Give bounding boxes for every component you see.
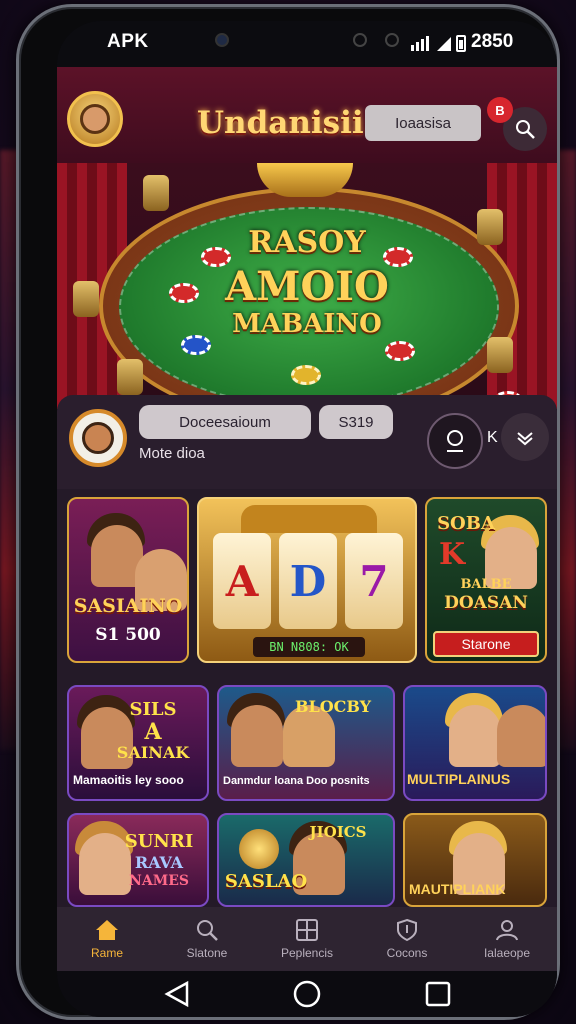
clock: 2850 bbox=[471, 31, 514, 52]
nav-label: Slatone bbox=[186, 946, 228, 960]
play-button[interactable]: Starone bbox=[433, 631, 539, 657]
nav-home[interactable]: Rame bbox=[57, 907, 157, 971]
banner-line-1: RASOY bbox=[248, 225, 366, 260]
carrier-label: APK bbox=[107, 31, 149, 52]
game-title-a: SUNRI bbox=[124, 831, 194, 852]
game-title-c: SAINAK bbox=[116, 743, 190, 762]
search-icon bbox=[516, 120, 535, 139]
reel: 7 bbox=[345, 533, 403, 629]
status-bar: APK 2850 bbox=[57, 21, 557, 67]
game-title-b: A bbox=[144, 719, 162, 745]
game-tile-sunri[interactable]: SUNRI RAVA NAMES bbox=[67, 813, 209, 907]
reel-symbol: 7 bbox=[359, 557, 389, 606]
notification-badge[interactable]: B bbox=[487, 97, 513, 123]
search-icon bbox=[447, 430, 463, 452]
player-face-icon bbox=[82, 422, 114, 454]
games-grid: SASIAINO S1 500 A D 7 BN N808: OK SOBA K… bbox=[57, 489, 557, 907]
character-icon bbox=[449, 705, 501, 767]
nav-search[interactable]: Slatone bbox=[157, 907, 257, 971]
player-subtitle: Mote dioa bbox=[139, 445, 205, 462]
nav-label: Rame bbox=[90, 946, 123, 960]
game-title-c: BALBE bbox=[460, 577, 512, 592]
game-caption: Danmdur loana Doo posnits bbox=[223, 775, 370, 787]
player-avatar[interactable] bbox=[69, 409, 127, 467]
game-title-b: K bbox=[438, 537, 466, 572]
grid-icon bbox=[296, 919, 318, 941]
nav-label: Ialaeope bbox=[483, 946, 531, 960]
game-title-c: NAMES bbox=[129, 873, 189, 889]
game-tile-multiplainus[interactable]: MULTIPLAINUS bbox=[403, 685, 547, 801]
game-title-a: SILS bbox=[129, 699, 177, 720]
nav-shield[interactable]: Cocons bbox=[357, 907, 457, 971]
post-icon bbox=[487, 337, 513, 373]
signal-icon bbox=[411, 35, 466, 52]
game-title-a: JIOICS bbox=[309, 823, 367, 841]
home-icon bbox=[96, 920, 118, 940]
game-caption: Mamaoitis ley sooo bbox=[73, 773, 184, 787]
shield-icon bbox=[397, 918, 417, 942]
avatar-face-icon bbox=[80, 104, 110, 134]
reel: A bbox=[213, 533, 271, 629]
player-name-pill[interactable]: Doceesaioum bbox=[139, 405, 311, 439]
game-tile-slot-reels[interactable]: A D 7 BN N808: OK bbox=[197, 497, 417, 663]
chevron-down-icon bbox=[517, 432, 533, 446]
nav-profile[interactable]: Ialaeope bbox=[457, 907, 557, 971]
game-title-a: SOBA bbox=[437, 513, 495, 534]
hero-banner[interactable]: RASOY AMOIO MABAINO bbox=[57, 163, 557, 409]
game-tile-sils-a-sainak[interactable]: SILS A SAINAK Mamaoitis ley sooo bbox=[67, 685, 209, 801]
chip-icon bbox=[385, 341, 415, 361]
player-card: Doceesaioum S319 Mote dioa K bbox=[57, 395, 557, 489]
coin-icon bbox=[239, 829, 279, 869]
reel-symbol: A bbox=[225, 557, 259, 606]
app-header: Undanisii Ioaasisa B bbox=[57, 67, 557, 163]
nav-label: Cocons bbox=[386, 946, 428, 960]
phone-frame: APK 2850 Undanisii Ioaasisa B RASOY AMOI… bbox=[16, 4, 560, 1020]
game-caption: MAUTIPLIANK bbox=[409, 881, 506, 897]
back-icon[interactable] bbox=[163, 981, 191, 1007]
slot-display: BN N808: OK bbox=[253, 637, 365, 657]
game-title-b: RAVA bbox=[134, 853, 184, 872]
header-pill-button[interactable]: Ioaasisa bbox=[365, 105, 481, 141]
game-title-b: SASLAO bbox=[224, 871, 308, 892]
side-letter: K bbox=[487, 429, 498, 446]
game-tile-mautipliank[interactable]: MAUTIPLIANK bbox=[403, 813, 547, 907]
game-tile-blocby[interactable]: BLOCBY Danmdur loana Doo posnits bbox=[217, 685, 395, 801]
sensor-icon bbox=[385, 33, 399, 47]
nav-label: Peplencis bbox=[280, 946, 334, 960]
expand-button[interactable] bbox=[501, 413, 549, 461]
front-camera-icon bbox=[215, 33, 229, 47]
post-icon bbox=[73, 281, 99, 317]
bottom-nav: Rame Slatone Peplencis Cocons Ialaeope bbox=[57, 907, 557, 971]
sensor-icon bbox=[353, 33, 367, 47]
game-title: SASIAINO bbox=[73, 595, 183, 617]
post-icon bbox=[143, 175, 169, 211]
game-tile-sasiaino[interactable]: SASIAINO S1 500 bbox=[67, 497, 189, 663]
banner-line-3: MABAINO bbox=[232, 309, 382, 339]
home-button-icon[interactable] bbox=[293, 980, 321, 1008]
game-caption: MULTIPLAINUS bbox=[407, 771, 511, 787]
search-circle-button[interactable] bbox=[427, 413, 483, 469]
game-subtitle: S1 500 bbox=[95, 625, 161, 645]
search-icon bbox=[197, 920, 218, 941]
brand-title: Undanisii bbox=[197, 105, 364, 141]
crown-icon bbox=[241, 505, 377, 533]
reel: D bbox=[279, 533, 337, 629]
system-navigation bbox=[57, 971, 557, 1017]
game-tile-soba-doasan[interactable]: SOBA K BALBE DOASAN Starone bbox=[425, 497, 547, 663]
recents-icon[interactable] bbox=[425, 981, 451, 1007]
post-icon bbox=[117, 359, 143, 395]
chip-icon bbox=[291, 365, 321, 385]
reel-symbol: D bbox=[289, 557, 327, 606]
nav-grid[interactable]: Peplencis bbox=[257, 907, 357, 971]
user-icon bbox=[496, 920, 518, 941]
character-icon bbox=[497, 705, 545, 767]
profile-avatar[interactable] bbox=[67, 91, 123, 147]
game-title-d: DOASAN bbox=[444, 593, 528, 613]
game-tile-jioics[interactable]: JIOICS SASLAO bbox=[217, 813, 395, 907]
banner-line-2: AMOIO bbox=[225, 263, 389, 310]
game-title-a: BLOCBY bbox=[294, 697, 372, 716]
balance-pill[interactable]: S319 bbox=[319, 405, 393, 439]
phone-screen: APK 2850 Undanisii Ioaasisa B RASOY AMOI… bbox=[57, 21, 557, 1017]
